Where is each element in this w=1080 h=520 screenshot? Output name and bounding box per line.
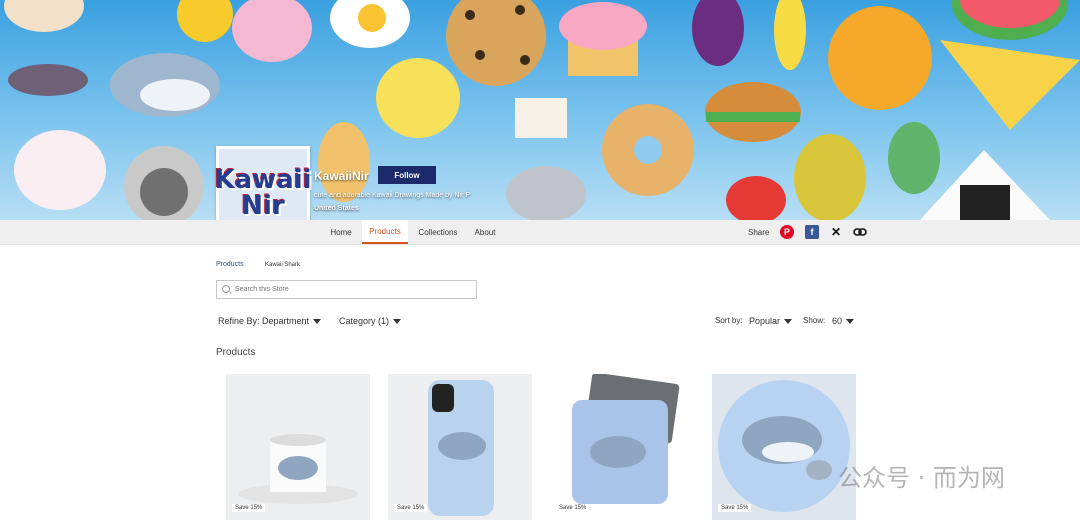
product-card[interactable]: Save 15%	[550, 374, 694, 520]
store-name[interactable]: KawaiiNir	[314, 169, 369, 183]
store-country: United States	[314, 205, 359, 212]
save-badge: Save 15%	[718, 504, 752, 512]
chevron-down-icon	[784, 318, 793, 324]
phone-case-image	[388, 374, 532, 520]
chevron-down-icon	[846, 318, 855, 324]
save-badge: Save 15%	[556, 504, 590, 512]
chevron-down-icon	[393, 318, 402, 324]
chevron-down-icon	[313, 318, 322, 324]
store-search-input[interactable]	[216, 280, 477, 299]
sort-dropdown[interactable]: Popular	[749, 316, 793, 326]
watermark-text: 公众号 · 而为网	[838, 464, 1005, 492]
refine-department-dropdown[interactable]: Refine By: Department	[218, 316, 322, 326]
sort-label: Sort by:	[715, 316, 743, 325]
logo-line-1: Kawaii	[214, 165, 312, 195]
store-tagline: cute and adorable Kawaii Drawings Made b…	[314, 192, 471, 199]
laptop-sleeve-image	[550, 374, 694, 520]
sort-control: Sort by:	[715, 316, 743, 325]
category-dropdown[interactable]: Category (1)	[339, 316, 402, 326]
facebook-icon[interactable]: f	[805, 225, 819, 239]
tab-home[interactable]: Home	[322, 220, 360, 244]
store-nav-bar	[0, 220, 1080, 245]
refine-label: Refine By: Department	[218, 316, 310, 326]
x-icon[interactable]: ✕	[829, 225, 843, 239]
kawaii-illustration	[4, 0, 1080, 220]
share-label: Share	[748, 228, 770, 237]
category-label: Category (1)	[339, 316, 390, 326]
show-value: 60	[832, 316, 843, 326]
breadcrumb-products[interactable]: Products	[216, 261, 244, 268]
tab-products[interactable]: Products	[362, 220, 408, 244]
show-control: Show:	[803, 316, 825, 325]
show-label: Show:	[803, 316, 826, 325]
products-section-title: Products	[216, 347, 256, 358]
store-banner	[0, 0, 1080, 220]
save-badge: Save 15%	[232, 504, 266, 512]
search-icon	[222, 285, 230, 293]
mug-image	[226, 374, 370, 520]
tab-about[interactable]: About	[468, 220, 502, 244]
product-card[interactable]: Save 15%	[388, 374, 532, 520]
wechat-icon	[806, 460, 832, 480]
pinterest-icon[interactable]: P	[780, 225, 794, 239]
link-icon[interactable]	[853, 225, 867, 239]
follow-button[interactable]: Follow	[378, 166, 436, 184]
breadcrumb-current: Kawaii Shark	[265, 262, 301, 268]
show-count-dropdown[interactable]: 60	[832, 316, 855, 326]
round-sticker-image	[712, 374, 856, 520]
logo-line-2: Nir	[241, 191, 285, 221]
sort-value: Popular	[749, 316, 781, 326]
save-badge: Save 15%	[394, 504, 428, 512]
product-card[interactable]: Save 15%	[712, 374, 856, 520]
tab-collections[interactable]: Collections	[410, 220, 466, 244]
product-card[interactable]: Save 15%	[226, 374, 370, 520]
